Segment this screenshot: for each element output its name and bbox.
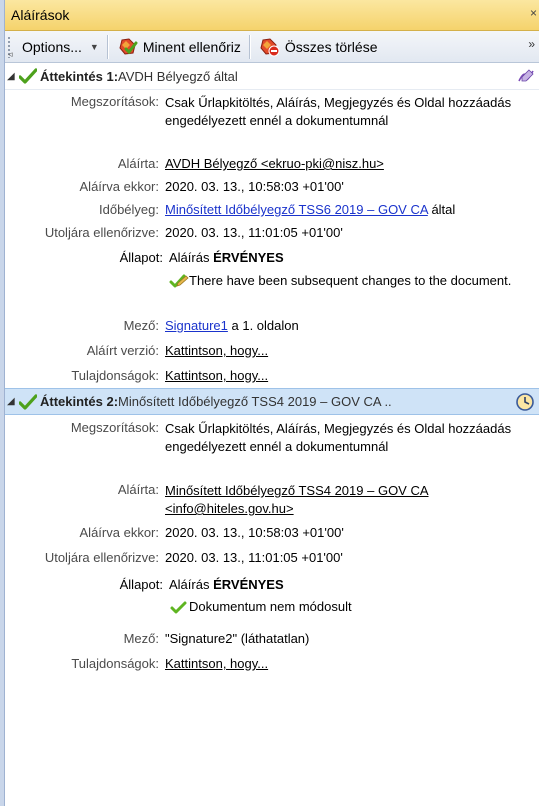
- valid-checkmark-icon: [170, 601, 187, 614]
- properties-row: Tulajdonságok: Kattintson, hogy...: [5, 368, 539, 388]
- signer-link[interactable]: Minősített Időbélyegző TSS4 2019 – GOV C…: [165, 482, 539, 518]
- options-label: Options...: [22, 38, 82, 55]
- expand-triangle-icon[interactable]: ◢: [7, 71, 19, 82]
- status-value: ÉRVÉNYES: [213, 577, 284, 592]
- status-row: Állapot: Aláírás ÉRVÉNYES: [5, 250, 539, 272]
- last-checked-value: 2020. 03. 13., 11:01:05 +01'00': [165, 550, 343, 565]
- timestamp-row: Időbélyeg: Minősített Időbélyegző TSS6 2…: [5, 202, 539, 225]
- field-row: Mező: "Signature2" (láthatatlan): [5, 631, 539, 656]
- valid-checkmark-icon: [19, 393, 37, 410]
- expand-triangle-icon[interactable]: ◢: [7, 396, 19, 407]
- properties-label: Tulajdonságok:: [71, 656, 159, 671]
- field-value: "Signature2" (láthatatlan): [165, 631, 310, 646]
- last-checked-row: Utoljára ellenőrizve: 2020. 03. 13., 11:…: [5, 550, 539, 577]
- options-button[interactable]: Options... ▼: [16, 34, 105, 60]
- signer-link[interactable]: AVDH Bélyegző <ekruo-pki@nisz.hu>: [165, 156, 384, 171]
- timestamp-clock-icon[interactable]: [515, 393, 535, 411]
- restrictions-value: Csak Űrlapkitöltés, Aláírás, Megjegyzés …: [165, 95, 512, 128]
- properties-link[interactable]: Kattintson, hogy...: [165, 656, 268, 671]
- chevron-down-icon: ▼: [89, 41, 99, 52]
- clear-all-label: Összes törlése: [284, 38, 378, 55]
- restrictions-value: Csak Űrlapkitöltés, Aláírás, Megjegyzés …: [165, 421, 512, 454]
- signature-2-header-label: Áttekintés 2:: [40, 394, 119, 409]
- validate-all-button[interactable]: Minent ellenőriz: [111, 34, 247, 60]
- timestamp-suffix: által: [431, 202, 456, 217]
- restrictions-label: Megszorítások:: [70, 94, 159, 109]
- signed-at-label: Aláírva ekkor:: [79, 179, 159, 194]
- last-checked-label: Utoljára ellenőrizve:: [44, 225, 159, 240]
- close-icon[interactable]: ×: [530, 6, 537, 20]
- signed-at-row: Aláírva ekkor: 2020. 03. 13., 10:58:03 +…: [5, 525, 539, 550]
- signatures-panel: Aláírások × Options... ▼ Minent ellenőri…: [5, 0, 539, 806]
- signed-at-label: Aláírva ekkor:: [79, 525, 159, 540]
- toolbar-corner-icon: ◃: [8, 49, 13, 59]
- clear-signatures-icon: [260, 37, 280, 56]
- timestamp-authority-link[interactable]: Minősített Időbélyegző TSS6 2019 – GOV C…: [165, 202, 428, 217]
- properties-link[interactable]: Kattintson, hogy...: [165, 368, 268, 383]
- toolbar-separator: [248, 34, 251, 59]
- field-suffix: a 1. oldalon: [227, 318, 299, 333]
- signed-version-link[interactable]: Kattintson, hogy...: [165, 343, 268, 358]
- panel-titlebar: Aláírások ×: [5, 0, 539, 31]
- status-note-row: There have been subsequent changes to th…: [5, 272, 539, 318]
- status-label: Állapot:: [119, 577, 163, 592]
- toolbar-overflow-icon[interactable]: »: [528, 37, 535, 51]
- signature-field-link[interactable]: Signature1: [165, 318, 228, 333]
- signed-version-label: Aláírt verzió:: [86, 343, 159, 358]
- status-label: Állapot:: [119, 250, 163, 265]
- signed-by-label: Aláírta:: [117, 156, 159, 171]
- validate-signatures-icon: [119, 37, 138, 55]
- signed-by-row: Aláírta: AVDH Bélyegző <ekruo-pki@nisz.h…: [5, 156, 539, 179]
- signature-1-details: Megszorítások: Csak Űrlapkitöltés, Aláír…: [5, 90, 539, 388]
- clear-all-button[interactable]: Összes törlése: [253, 34, 384, 60]
- valid-checkmark-icon: [19, 68, 37, 84]
- signed-version-row: Aláírt verzió: Kattintson, hogy...: [5, 343, 539, 368]
- signature-1-header-name: AVDH Bélyegző által: [118, 68, 238, 84]
- status-note-row: Dokumentum nem módosult: [5, 599, 539, 631]
- field-label: Mező:: [123, 318, 159, 333]
- toolbar-separator: [106, 34, 109, 59]
- validate-all-label: Minent ellenőriz: [142, 38, 241, 55]
- properties-label: Tulajdonságok:: [71, 368, 159, 383]
- signed-at-value: 2020. 03. 13., 10:58:03 +01'00': [165, 525, 344, 540]
- signed-by-label: Aláírta:: [117, 482, 159, 497]
- timestamp-label: Időbélyeg:: [99, 202, 159, 217]
- status-note: There have been subsequent changes to th…: [189, 273, 512, 288]
- properties-row: Tulajdonságok: Kattintson, hogy...: [5, 656, 539, 678]
- signature-2-header-name: Minősített Időbélyegző TSS4 2019 – GOV C…: [118, 394, 392, 409]
- signed-by-row: Aláírta: Minősített Időbélyegző TSS4 201…: [5, 482, 539, 525]
- changed-document-icon: [169, 274, 189, 288]
- panel-title: Aláírások: [11, 7, 70, 23]
- signature-2-header[interactable]: ◢ Áttekintés 2: Minősített Időbélyegző T…: [5, 388, 539, 415]
- last-checked-value: 2020. 03. 13., 11:01:05 +01'00': [165, 225, 343, 240]
- status-prefix: Aláírás: [169, 250, 214, 265]
- status-value: ÉRVÉNYES: [213, 250, 284, 265]
- signed-at-row: Aláírva ekkor: 2020. 03. 13., 10:58:03 +…: [5, 179, 539, 202]
- signature-1-header[interactable]: ◢ Áttekintés 1: AVDH Bélyegző által: [5, 63, 539, 90]
- restrictions-row: Megszorítások: Csak Űrlapkitöltés, Aláír…: [5, 94, 539, 156]
- signature-1-header-label: Áttekintés 1:: [40, 68, 119, 84]
- last-checked-label: Utoljára ellenőrizve:: [44, 550, 159, 565]
- status-note: Dokumentum nem módosult: [189, 599, 352, 614]
- status-row: Állapot: Aláírás ÉRVÉNYES: [5, 577, 539, 599]
- restrictions-label: Megszorítások:: [70, 420, 159, 435]
- last-checked-row: Utoljára ellenőrizve: 2020. 03. 13., 11:…: [5, 225, 539, 250]
- restrictions-row: Megszorítások: Csak Űrlapkitöltés, Aláír…: [5, 420, 539, 482]
- signature-2-details: Megszorítások: Csak Űrlapkitöltés, Aláír…: [5, 415, 539, 678]
- field-label: Mező:: [123, 631, 159, 646]
- field-row: Mező: Signature1 a 1. oldalon: [5, 318, 539, 343]
- status-prefix: Aláírás: [169, 577, 214, 592]
- signature-pen-icon[interactable]: [517, 68, 535, 84]
- signed-at-value: 2020. 03. 13., 10:58:03 +01'00': [165, 179, 344, 194]
- signatures-toolbar: Options... ▼ Minent ellenőriz Összes tör…: [5, 31, 539, 63]
